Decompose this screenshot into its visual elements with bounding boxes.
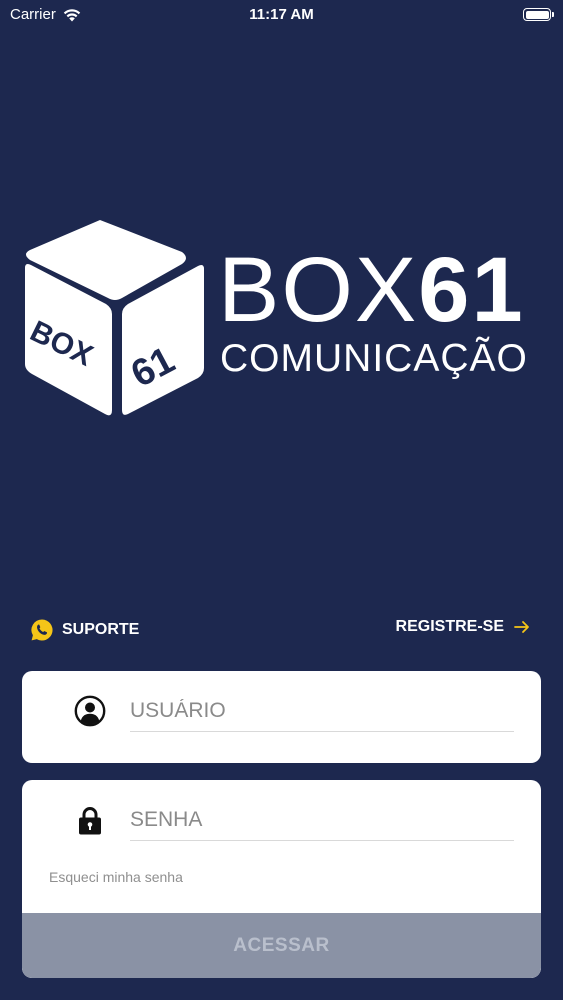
- brand-subtitle: COMUNICAÇÃO: [220, 337, 528, 380]
- brand-name-thin: BOX: [218, 239, 419, 341]
- password-card: Esqueci minha senha ACESSAR: [22, 780, 541, 978]
- lock-icon: [79, 807, 101, 835]
- brand-name-bold: 61: [418, 239, 525, 341]
- support-link[interactable]: SUPORTE: [30, 618, 139, 642]
- whatsapp-icon: [31, 619, 53, 641]
- username-input[interactable]: [130, 691, 514, 732]
- user-icon: [74, 695, 106, 727]
- status-bar: Carrier 11:17 AM: [0, 0, 563, 30]
- status-time: 11:17 AM: [249, 6, 314, 23]
- username-card: [22, 671, 541, 763]
- links-row: SUPORTE REGISTRE-SE: [30, 618, 530, 644]
- arrow-right-icon: [514, 621, 529, 633]
- brand-logo: BOX 61 BOX61 COMUNICAÇÃO: [22, 218, 544, 418]
- register-label: REGISTRE-SE: [395, 618, 504, 635]
- register-link[interactable]: REGISTRE-SE: [396, 618, 530, 636]
- cube-logo-icon: BOX 61: [25, 220, 204, 416]
- login-button[interactable]: ACESSAR: [22, 913, 541, 978]
- support-label: SUPORTE: [62, 621, 140, 638]
- battery-icon: [523, 8, 554, 21]
- battery-level: [525, 10, 549, 19]
- brand-name: BOX61: [218, 244, 525, 336]
- password-input[interactable]: [130, 800, 514, 841]
- forgot-password-link[interactable]: Esqueci minha senha: [49, 869, 183, 885]
